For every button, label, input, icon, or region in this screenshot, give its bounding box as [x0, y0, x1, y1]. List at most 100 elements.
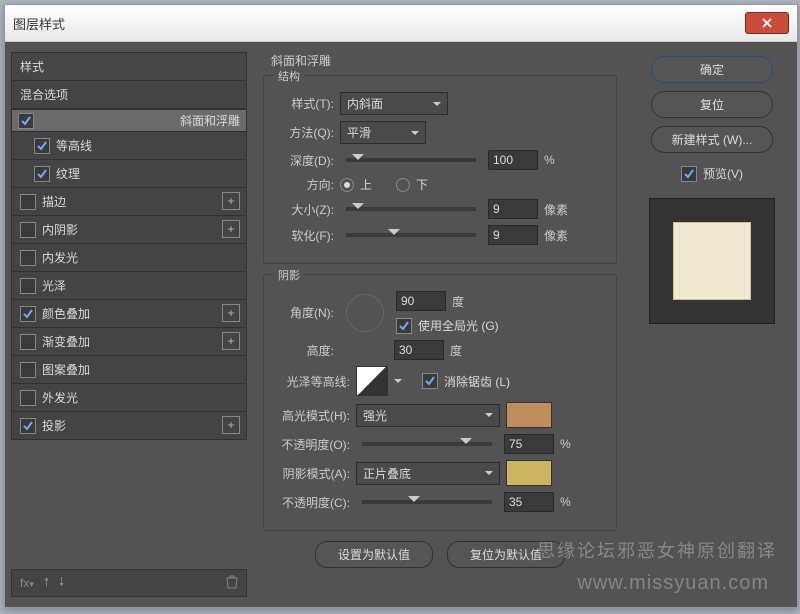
altitude-label: 高度: — [272, 342, 334, 359]
add-icon[interactable]: + — [222, 304, 240, 322]
style-label: 光泽 — [42, 277, 66, 294]
highlight-color-swatch[interactable] — [506, 402, 552, 428]
preview-swatch — [673, 222, 751, 300]
add-icon[interactable]: + — [222, 192, 240, 210]
direction-up-radio[interactable] — [340, 178, 354, 192]
style-checkbox[interactable] — [34, 166, 50, 182]
angle-value[interactable]: 90 — [396, 291, 446, 311]
global-light-checkbox[interactable] — [396, 318, 412, 334]
angle-dial[interactable] — [346, 294, 384, 332]
highlight-opacity-slider[interactable] — [362, 442, 492, 446]
style-label: 图案叠加 — [42, 361, 90, 378]
add-icon[interactable]: + — [222, 332, 240, 350]
style-label: 外发光 — [42, 389, 78, 406]
style-row-6[interactable]: 光泽 — [11, 272, 247, 300]
style-checkbox[interactable] — [20, 222, 36, 238]
style-row-0[interactable]: 斜面和浮雕 — [11, 109, 247, 132]
down-icon[interactable]: 🠗 — [59, 573, 64, 594]
chevron-down-icon — [485, 471, 493, 479]
close-button[interactable] — [745, 12, 789, 34]
style-row-11[interactable]: 投影 + — [11, 412, 247, 440]
preview-box — [649, 198, 775, 324]
contour-label: 光泽等高线: — [272, 373, 350, 390]
style-label: 描边 — [42, 193, 66, 210]
up-icon[interactable]: 🠕 — [44, 573, 49, 594]
style-row-5[interactable]: 内发光 — [11, 244, 247, 272]
add-icon[interactable]: + — [222, 416, 240, 434]
style-label: 内发光 — [42, 249, 78, 266]
make-default-button[interactable]: 设置为默认值 — [315, 541, 433, 568]
size-slider[interactable] — [346, 207, 476, 211]
style-row-8[interactable]: 渐变叠加 + — [11, 328, 247, 356]
shading-legend: 阴影 — [274, 267, 304, 283]
style-checkbox[interactable] — [20, 278, 36, 294]
style-checkbox[interactable] — [18, 113, 34, 129]
style-label: 纹理 — [56, 165, 80, 182]
size-value[interactable]: 9 — [488, 199, 538, 219]
soften-slider[interactable] — [346, 233, 476, 237]
style-label: 内阴影 — [42, 221, 78, 238]
new-style-button[interactable]: 新建样式 (W)... — [651, 126, 773, 153]
style-row-9[interactable]: 图案叠加 — [11, 356, 247, 384]
depth-label: 深度(D): — [272, 152, 334, 169]
angle-label: 角度(N): — [272, 304, 334, 321]
trash-icon[interactable] — [226, 575, 238, 592]
close-icon — [762, 18, 772, 28]
style-row-3[interactable]: 描边 + — [11, 188, 247, 216]
depth-slider[interactable] — [346, 158, 476, 162]
structure-group: 结构 样式(T): 内斜面 方法(Q): 平滑 深度(D): 100 % 方向: — [263, 75, 617, 264]
soften-label: 软化(F): — [272, 227, 334, 244]
technique-select[interactable]: 平滑 — [340, 121, 426, 144]
styles-list: 样式 混合选项 斜面和浮雕等高线纹理描边 + 内阴影 + 内发光光泽颜色叠加+ 渐变叠加 +… — [5, 42, 253, 607]
highlight-opacity-value[interactable]: 75 — [504, 434, 554, 454]
shading-group: 阴影 角度(N): 90 度 使用全局光 (G) — [263, 274, 617, 531]
structure-legend: 结构 — [274, 68, 304, 84]
style-label: 等高线 — [56, 137, 92, 154]
shadow-mode-label: 阴影模式(A): — [272, 465, 350, 482]
fx-icon[interactable]: fx▾ — [20, 576, 34, 590]
antialias-checkbox[interactable] — [422, 373, 438, 389]
style-row-10[interactable]: 外发光 — [11, 384, 247, 412]
style-label: 投影 — [42, 417, 66, 434]
cancel-button[interactable]: 复位 — [651, 91, 773, 118]
style-checkbox[interactable] — [20, 334, 36, 350]
style-checkbox[interactable] — [20, 194, 36, 210]
technique-label: 方法(Q): — [272, 124, 334, 141]
highlight-mode-label: 高光模式(H): — [272, 407, 350, 424]
blending-options[interactable]: 混合选项 — [11, 81, 247, 109]
style-row-7[interactable]: 颜色叠加+ — [11, 300, 247, 328]
direction-down-radio[interactable] — [396, 178, 410, 192]
reset-default-button[interactable]: 复位为默认值 — [447, 541, 565, 568]
style-checkbox[interactable] — [20, 390, 36, 406]
highlight-mode-select[interactable]: 强光 — [356, 404, 500, 427]
direction-label: 方向: — [272, 176, 334, 193]
style-label: 渐变叠加 — [42, 333, 90, 350]
style-checkbox[interactable] — [20, 418, 36, 434]
bevel-panel: 斜面和浮雕 结构 样式(T): 内斜面 方法(Q): 平滑 深度(D): 100… — [253, 42, 627, 607]
styles-header: 样式 — [11, 52, 247, 81]
style-checkbox[interactable] — [20, 362, 36, 378]
style-checkbox[interactable] — [34, 138, 50, 154]
style-row-2[interactable]: 纹理 — [11, 160, 247, 188]
panel-title: 斜面和浮雕 — [271, 52, 617, 69]
soften-value[interactable]: 9 — [488, 225, 538, 245]
shadow-opacity-slider[interactable] — [362, 500, 492, 504]
ok-button[interactable]: 确定 — [651, 56, 773, 83]
shadow-mode-select[interactable]: 正片叠底 — [356, 462, 500, 485]
add-icon[interactable]: + — [222, 220, 240, 238]
preview-checkbox[interactable] — [681, 166, 697, 182]
style-checkbox[interactable] — [20, 306, 36, 322]
shadow-opacity-label: 不透明度(C): — [272, 494, 350, 511]
shadow-opacity-value[interactable]: 35 — [504, 492, 554, 512]
style-row-1[interactable]: 等高线 — [11, 132, 247, 160]
style-checkbox[interactable] — [20, 250, 36, 266]
depth-value[interactable]: 100 — [488, 150, 538, 170]
list-footer: fx▾ 🠕 🠗 — [11, 569, 247, 597]
shadow-color-swatch[interactable] — [506, 460, 552, 486]
highlight-opacity-label: 不透明度(O): — [272, 436, 350, 453]
contour-picker[interactable] — [356, 366, 388, 396]
style-select[interactable]: 内斜面 — [340, 92, 448, 115]
style-row-4[interactable]: 内阴影 + — [11, 216, 247, 244]
altitude-value[interactable]: 30 — [394, 340, 444, 360]
chevron-down-icon[interactable] — [394, 379, 402, 387]
